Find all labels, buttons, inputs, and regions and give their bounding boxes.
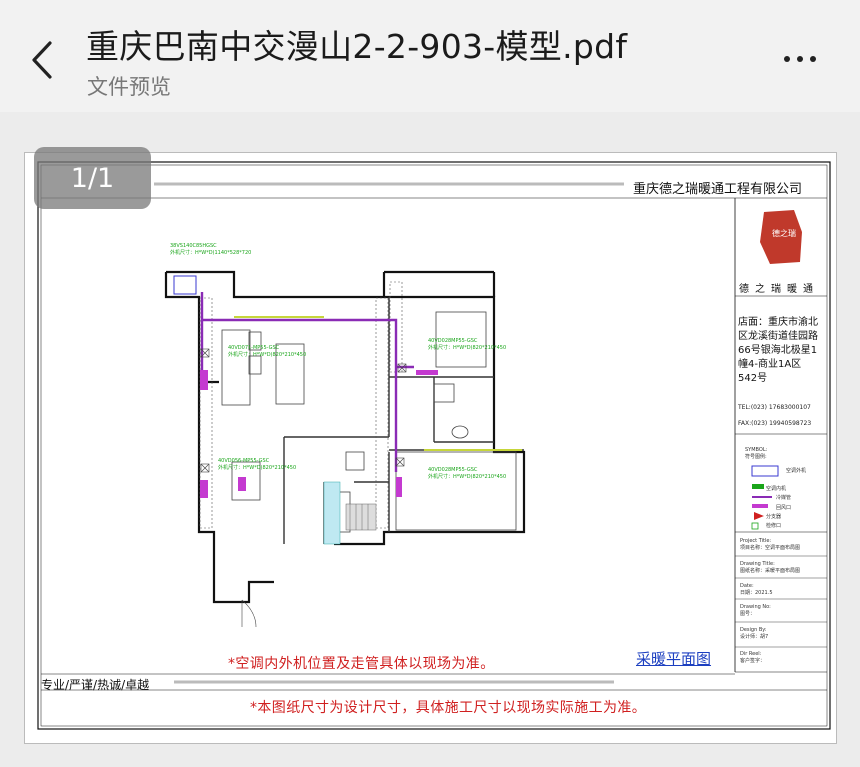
company-slogan: 专业/严谨/热诚/卓越: [41, 678, 150, 692]
legend-outdoor-unit: 空调外机: [786, 468, 807, 474]
telephone: TEL:(023) 17683000107: [738, 404, 811, 411]
dir-reel-value: 客户签字：: [740, 658, 766, 664]
ac-unit-label: 38VS140C85HGSC 外机尺寸：H*W*D)1140*528*720: [170, 243, 252, 256]
drawing-no-label: Drawing No:: [740, 604, 771, 610]
drawing-no-value: 图号：: [740, 611, 756, 617]
company-name: 重庆德之瑞暖通工程有限公司: [633, 182, 803, 197]
ac-unit-label: 40VD028MP55-GSC 外机尺寸：H*W*D)820*210*450: [428, 467, 507, 480]
note-installation: *空调内外机位置及走管具体以现场为准。: [228, 656, 495, 672]
chevron-left-icon: [32, 41, 52, 79]
legend-indoor-unit: 空调内机: [766, 486, 787, 492]
ac-unit-label: 40VD071-MP55-GSC 外机尺寸：H*W*D)820*210*450: [228, 345, 307, 358]
file-title: 重庆巴南中交漫山2-2-903-模型.pdf: [86, 27, 628, 66]
logo-text: 德之瑞暖通: [739, 284, 819, 295]
project-name: 项目名称：空调平面布局图: [740, 545, 801, 551]
plan-name-link[interactable]: 采暖平面图: [636, 648, 711, 669]
more-dot-icon: [810, 56, 816, 62]
back-button[interactable]: [22, 34, 62, 86]
top-bar: 重庆巴南中交漫山2-2-903-模型.pdf 文件预览: [0, 0, 860, 112]
ac-unit-label: 40VD056-MP55-GSC 外机尺寸：H*W*D)820*210*450: [218, 458, 297, 471]
store-address: 店面：重庆市渝北区龙溪街道佳园路66号银海北极星1幢4-商业1A区542号: [738, 317, 818, 384]
date-label: Date:: [740, 583, 754, 589]
legend-title: SYMBOL: 符号图例:: [745, 447, 768, 460]
more-options-button[interactable]: [772, 44, 828, 74]
legend-refrigerant-pipe: 冷媒管: [776, 495, 792, 501]
note-dimensions: *本图纸尺寸为设计尺寸，具体施工尺寸以现场实际施工为准。: [250, 700, 647, 716]
dir-reel-label: Dir Reel:: [740, 651, 762, 657]
page-indicator: 1/1: [34, 147, 151, 209]
date-value: 日期：2021.5: [740, 590, 773, 596]
fax: FAX:(023) 19940598723: [738, 420, 812, 427]
design-by-label: Design By:: [740, 627, 767, 633]
design-by-value: 设计师：胡7: [740, 634, 769, 640]
more-dot-icon: [797, 56, 803, 62]
project-title-label: Project Title:: [740, 538, 772, 544]
drawing-name: 图纸名称：采暖平面布局图: [740, 568, 801, 574]
drawing-title-label: Drawing Title:: [740, 561, 775, 567]
legend-inspection: 检修口: [766, 523, 782, 529]
legend-return-vent: 回风口: [776, 505, 792, 511]
file-subtitle: 文件预览: [87, 75, 171, 99]
more-dot-icon: [784, 56, 790, 62]
ac-unit-label: 40VD028MP55-GSC 外机尺寸：H*W*D)820*210*450: [428, 338, 507, 351]
logo-seal: 德之瑞: [772, 228, 796, 238]
legend-branch: 分支器: [766, 514, 782, 520]
